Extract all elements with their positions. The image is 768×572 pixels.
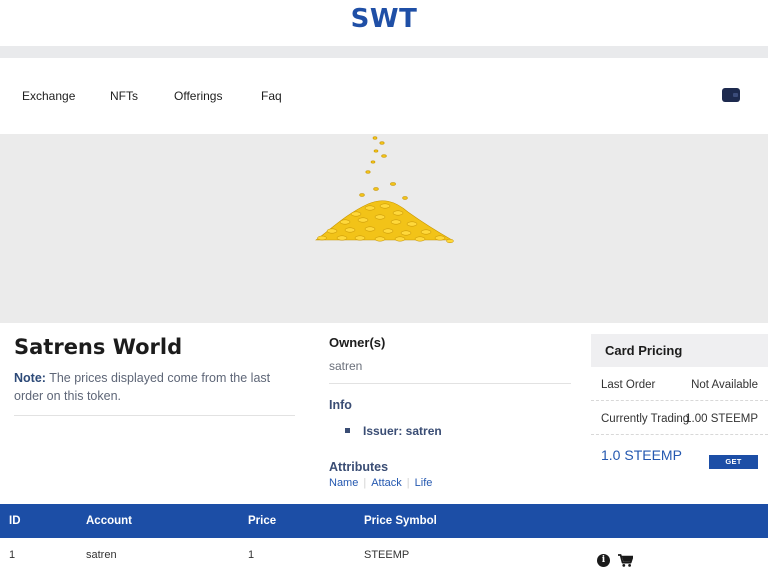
brand-logo[interactable]: SWT [351, 4, 418, 34]
row-actions: i [597, 552, 633, 570]
owners-value: satren [329, 359, 363, 373]
column-header-id[interactable]: ID [9, 515, 21, 527]
buy-price: 1.0 STEEMP [601, 447, 682, 463]
nav-exchange[interactable]: Exchange [22, 89, 75, 103]
cell-id: 1 [9, 549, 16, 561]
last-order-value: Not Available [691, 379, 758, 391]
divider [329, 383, 571, 384]
attributes-heading: Attributes [329, 460, 389, 474]
orders-table-header: ID Account Price Price Symbol [0, 504, 768, 538]
currently-trading-label: Currently Trading [601, 413, 690, 425]
header-divider [0, 46, 768, 58]
attribute-life[interactable]: Life [415, 477, 433, 489]
wallet-icon[interactable] [722, 88, 740, 102]
actions-column-header [586, 504, 768, 538]
column-header-price[interactable]: Price [248, 515, 276, 527]
info-heading: Info [329, 398, 352, 412]
issuer-text: Issuer: satren [363, 424, 442, 438]
divider [14, 415, 295, 416]
cell-account: satren [86, 549, 117, 561]
owners-heading: Owner(s) [329, 335, 386, 350]
last-order-label: Last Order [601, 379, 656, 391]
nav-bar: Exchange NFTs Offerings Faq [0, 58, 768, 134]
currently-trading-value: 1.00 STEEMP [685, 413, 758, 425]
nav-faq[interactable]: Faq [261, 89, 282, 103]
info-icon[interactable]: i [597, 554, 610, 568]
bullet-icon [345, 428, 350, 434]
cell-price: 1 [248, 549, 255, 561]
column-header-price-symbol[interactable]: Price Symbol [364, 515, 437, 527]
get-button[interactable]: GET [709, 455, 758, 469]
note-text: The prices displayed come from the last … [14, 371, 271, 403]
note-label: Note: [14, 371, 46, 385]
nav-nfts[interactable]: NFTs [110, 89, 138, 103]
token-title: Satrens World [14, 335, 183, 359]
token-summary: Satrens World Note: The prices displayed… [14, 323, 295, 416]
attribute-name[interactable]: Name [329, 477, 358, 489]
top-bar: SWT [0, 0, 768, 46]
cell-price-symbol: STEEMP [364, 549, 410, 561]
card-pricing-heading: Card Pricing [591, 334, 768, 367]
token-details: Owner(s) satren Info Issuer: satren Attr… [329, 323, 571, 489]
table-row[interactable]: 1 satren 1 STEEMP i [0, 538, 768, 572]
last-order-row: Last Order Not Available [591, 367, 768, 401]
column-header-account[interactable]: Account [86, 515, 132, 527]
currently-trading-row: Currently Trading 1.00 STEEMP [591, 401, 768, 435]
hero-banner [0, 134, 768, 323]
gold-coins-image [315, 136, 454, 244]
separator: | [406, 477, 410, 489]
attributes-list: Name | Attack | Life [329, 477, 571, 489]
nav-offerings[interactable]: Offerings [174, 89, 222, 103]
attribute-attack[interactable]: Attack [371, 477, 402, 489]
cart-icon[interactable] [618, 554, 633, 568]
separator: | [363, 477, 367, 489]
price-note: Note: The prices displayed come from the… [14, 369, 295, 405]
issuer-item: Issuer: satren [345, 424, 571, 438]
card-pricing-panel: Card Pricing Last Order Not Available Cu… [591, 334, 768, 473]
